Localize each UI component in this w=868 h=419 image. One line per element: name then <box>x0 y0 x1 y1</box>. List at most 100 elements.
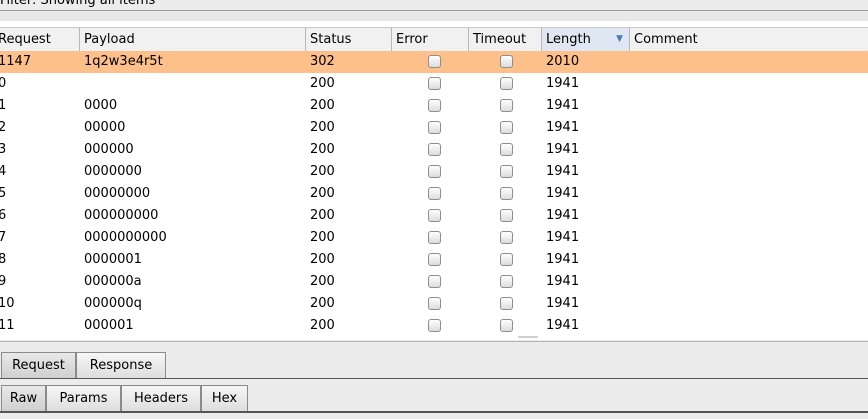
cell-request: 8 <box>0 252 7 267</box>
cell-length: 1941 <box>546 252 580 267</box>
cell-status: 200 <box>310 252 335 267</box>
error-checkbox[interactable] <box>428 77 441 90</box>
cell-request: 9 <box>0 274 7 289</box>
cell-status: 200 <box>310 186 335 201</box>
timeout-checkbox[interactable] <box>500 55 513 68</box>
timeout-checkbox[interactable] <box>500 143 513 156</box>
filter-label[interactable]: Filter: Showing all items <box>0 0 155 8</box>
tab-bar-divider <box>0 411 868 413</box>
column-header-comment[interactable]: Comment <box>630 28 868 51</box>
table-header: Request Payload Status Error Timeout Len… <box>0 27 868 52</box>
timeout-checkbox[interactable] <box>500 187 513 200</box>
cell-request: 1147 <box>0 54 32 69</box>
error-checkbox[interactable] <box>428 319 441 332</box>
timeout-checkbox[interactable] <box>500 99 513 112</box>
column-header-request[interactable]: Request <box>0 28 80 51</box>
cell-request: 10 <box>0 296 15 311</box>
cell-status: 200 <box>310 76 335 91</box>
column-header-length[interactable]: Length ▼ <box>542 28 630 51</box>
error-checkbox[interactable] <box>428 275 441 288</box>
cell-comment <box>630 293 868 315</box>
error-checkbox[interactable] <box>428 231 441 244</box>
tab-hex[interactable]: Hex <box>201 385 248 411</box>
filter-bar[interactable]: Filter: Showing all items <box>0 0 868 11</box>
cell-payload: 00000 <box>84 120 126 135</box>
view-tab-bar: Raw Params Headers Hex <box>0 379 868 419</box>
timeout-checkbox[interactable] <box>500 77 513 90</box>
table-row[interactable]: 1 0000 200 1941 <box>0 95 868 117</box>
error-checkbox[interactable] <box>428 121 441 134</box>
tab-params[interactable]: Params <box>46 385 121 411</box>
table-row[interactable]: 2 00000 200 1941 <box>0 117 868 139</box>
cell-status: 200 <box>310 274 335 289</box>
error-checkbox[interactable] <box>428 55 441 68</box>
cell-comment <box>630 315 868 337</box>
column-header-error[interactable]: Error <box>392 28 469 51</box>
cell-request: 5 <box>0 186 7 201</box>
cell-comment <box>630 227 868 249</box>
results-table: Request Payload Status Error Timeout Len… <box>0 21 868 340</box>
cell-payload: 0000000000 <box>84 230 167 245</box>
column-header-payload[interactable]: Payload <box>80 28 306 51</box>
error-checkbox[interactable] <box>428 99 441 112</box>
split-pane-handle[interactable] <box>518 336 538 338</box>
error-checkbox[interactable] <box>428 297 441 310</box>
timeout-checkbox[interactable] <box>500 231 513 244</box>
timeout-checkbox[interactable] <box>500 275 513 288</box>
table-row[interactable]: 10 000000q 200 1941 <box>0 293 868 315</box>
timeout-checkbox[interactable] <box>500 297 513 310</box>
error-checkbox[interactable] <box>428 209 441 222</box>
cell-length: 1941 <box>546 186 580 201</box>
cell-length: 1941 <box>546 120 580 135</box>
cell-comment <box>630 249 868 271</box>
cell-length: 1941 <box>546 230 580 245</box>
table-body: 1147 1q2w3e4r5t 302 2010 0 200 1941 1 0000 200 194… <box>0 51 868 337</box>
cell-comment <box>630 73 868 95</box>
cell-payload <box>80 73 306 95</box>
message-tab-bar: Request Response <box>0 341 868 382</box>
cell-payload: 0000000 <box>84 164 142 179</box>
cell-request: 7 <box>0 230 7 245</box>
column-header-timeout[interactable]: Timeout <box>469 28 542 51</box>
table-row[interactable]: 5 00000000 200 1941 <box>0 183 868 205</box>
tab-raw[interactable]: Raw <box>1 385 46 411</box>
table-row[interactable]: 4 0000000 200 1941 <box>0 161 868 183</box>
timeout-checkbox[interactable] <box>500 121 513 134</box>
cell-status: 200 <box>310 230 335 245</box>
cell-length: 1941 <box>546 142 580 157</box>
error-checkbox[interactable] <box>428 187 441 200</box>
table-row[interactable]: 8 0000001 200 1941 <box>0 249 868 271</box>
cell-payload: 1q2w3e4r5t <box>84 54 163 69</box>
cell-comment <box>630 139 868 161</box>
error-checkbox[interactable] <box>428 143 441 156</box>
column-header-status[interactable]: Status <box>306 28 392 51</box>
timeout-checkbox[interactable] <box>500 253 513 266</box>
cell-payload: 000000 <box>84 142 134 157</box>
cell-comment <box>630 183 868 205</box>
cell-comment <box>630 161 868 183</box>
table-row[interactable]: 11 000001 200 1941 <box>0 315 868 337</box>
table-row[interactable]: 9 000000a 200 1941 <box>0 271 868 293</box>
table-row[interactable]: 3 000000 200 1941 <box>0 139 868 161</box>
cell-status: 200 <box>310 208 335 223</box>
cell-length: 1941 <box>546 98 580 113</box>
timeout-checkbox[interactable] <box>500 319 513 332</box>
error-checkbox[interactable] <box>428 165 441 178</box>
error-checkbox[interactable] <box>428 253 441 266</box>
tab-response[interactable]: Response <box>76 352 166 378</box>
cell-request: 0 <box>0 76 7 91</box>
cell-request: 3 <box>0 142 7 157</box>
cell-payload: 000001 <box>84 318 134 333</box>
tab-request[interactable]: Request <box>1 352 76 378</box>
table-row[interactable]: 7 0000000000 200 1941 <box>0 227 868 249</box>
cell-payload: 000000000 <box>84 208 159 223</box>
cell-status: 200 <box>310 296 335 311</box>
table-row[interactable]: 1147 1q2w3e4r5t 302 2010 <box>0 51 868 73</box>
tab-headers[interactable]: Headers <box>121 385 201 411</box>
timeout-checkbox[interactable] <box>500 165 513 178</box>
cell-length: 2010 <box>546 54 580 69</box>
table-row[interactable]: 0 200 1941 <box>0 73 868 95</box>
timeout-checkbox[interactable] <box>500 209 513 222</box>
table-row[interactable]: 6 000000000 200 1941 <box>0 205 868 227</box>
cell-length: 1941 <box>546 318 580 333</box>
